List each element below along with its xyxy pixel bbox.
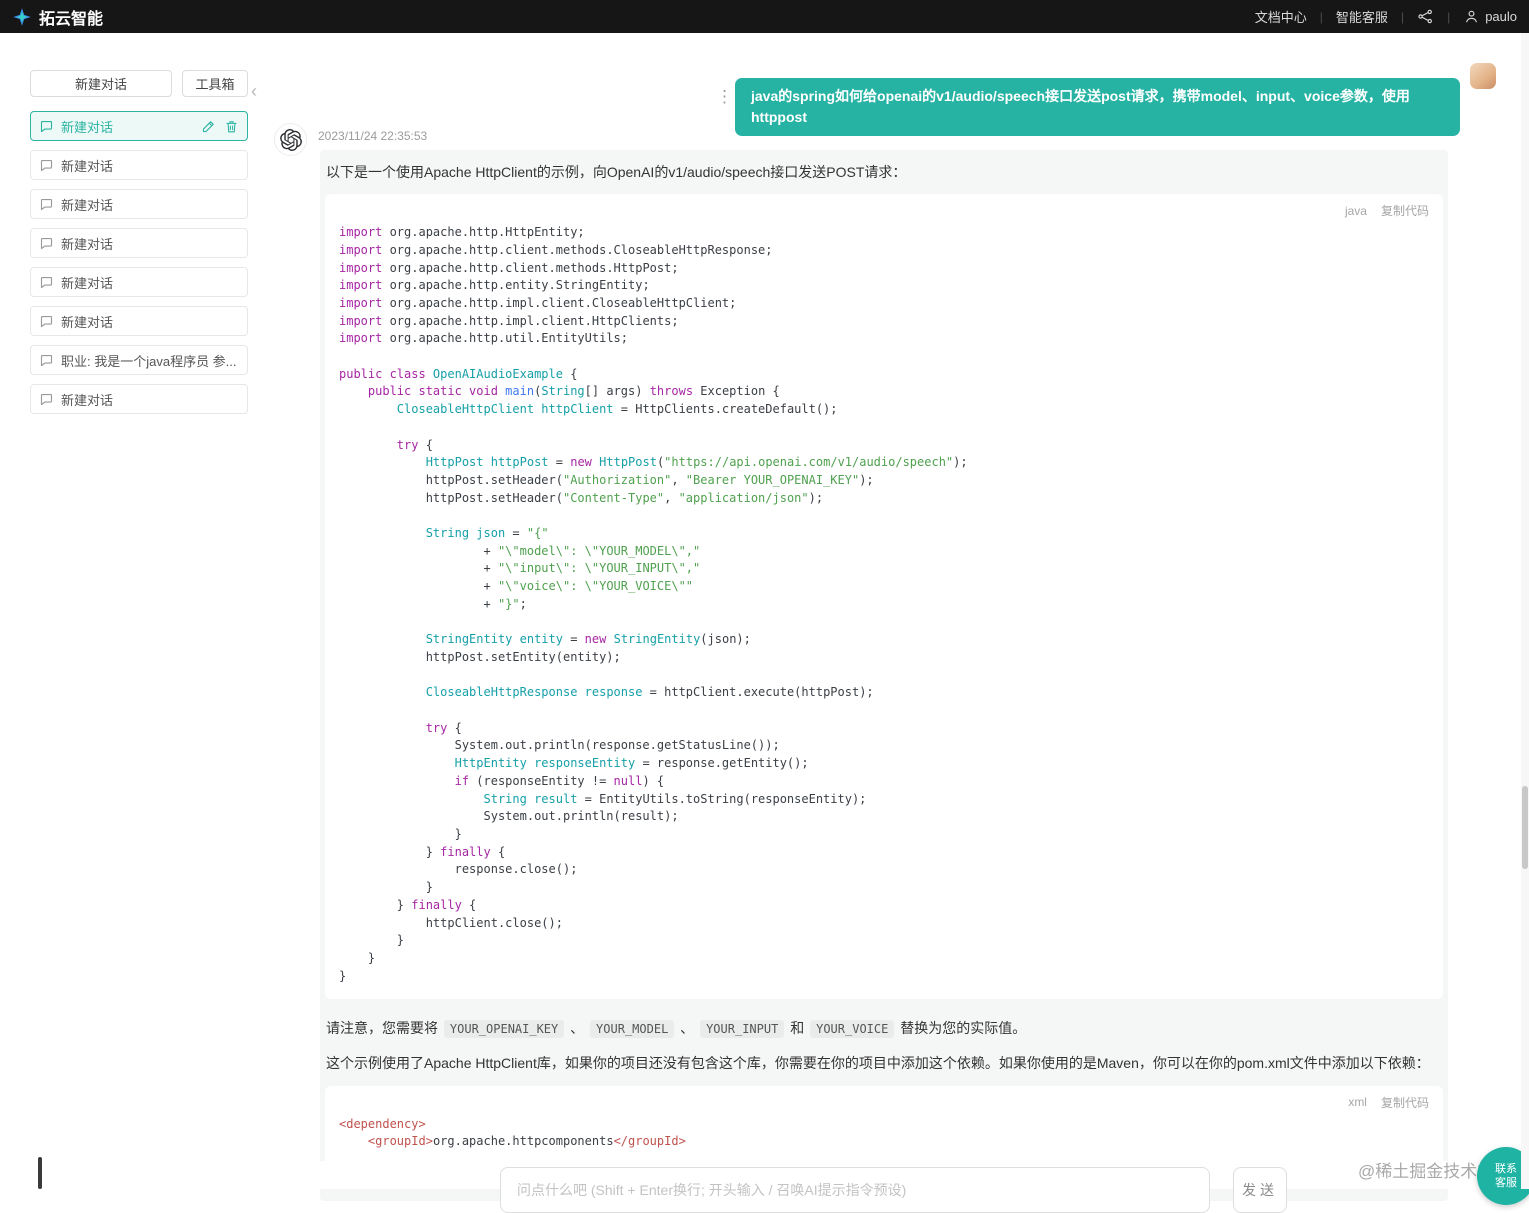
assistant-message: 以下是一个使用Apache HttpClient的示例，向OpenAI的v1/a… <box>320 150 1448 1201</box>
note-text: 和 <box>786 1020 808 1036</box>
note-paragraph: 请注意，您需要将 YOUR_OPENAI_KEY 、 YOUR_MODEL 、 … <box>326 1017 1442 1040</box>
logo-icon <box>12 7 32 27</box>
chat-bubble-icon <box>39 158 54 173</box>
conversation-label: 新建对话 <box>61 117 194 136</box>
chat-bubble-icon <box>39 353 54 368</box>
separator: | <box>1447 10 1450 24</box>
conversation-item[interactable]: 新建对话 <box>30 384 248 414</box>
user-message-bubble: java的spring如何给openai的v1/audio/speech接口发送… <box>735 78 1460 136</box>
note-text: 替换为您的实际值。 <box>896 1020 1026 1036</box>
chat-bubble-icon <box>39 314 54 329</box>
conversation-item[interactable]: 职业: 我是一个java程序员 参... <box>30 345 248 375</box>
conversation-item[interactable]: 新建对话 <box>30 189 248 219</box>
note-text: 请注意，您需要将 <box>326 1020 442 1036</box>
new-chat-button[interactable]: 新建对话 <box>30 70 172 97</box>
sidebar: 新建对话 工具箱 新建对话新建对话新建对话新建对话新建对话新建对话职业: 我是一… <box>0 33 262 1189</box>
scrollbar-track[interactable] <box>1521 33 1529 1189</box>
conversation-label: 职业: 我是一个java程序员 参... <box>61 351 239 370</box>
inline-code: YOUR_OPENAI_KEY <box>444 1020 564 1038</box>
message-options-icon[interactable]: ⋮ <box>716 88 733 107</box>
note-text: 、 <box>566 1020 588 1036</box>
chat-bubble-icon <box>39 119 54 134</box>
conversation-label: 新建对话 <box>61 195 239 214</box>
toolbox-button[interactable]: 工具箱 <box>182 70 248 97</box>
nodes-icon[interactable] <box>1417 8 1434 25</box>
topbar-nav: 文档中心 | 智能客服 | | paulo <box>1255 7 1517 26</box>
code-lang: xml <box>1348 1095 1367 1109</box>
code-content: import org.apache.http.HttpEntity;import… <box>339 224 1429 985</box>
conversation-list: 新建对话新建对话新建对话新建对话新建对话新建对话职业: 我是一个java程序员 … <box>30 111 248 414</box>
conversation-label: 新建对话 <box>61 273 239 292</box>
delete-icon[interactable] <box>224 119 239 134</box>
assistant-avatar <box>274 123 307 156</box>
username: paulo <box>1485 9 1517 24</box>
contact-label-line1: 联系 <box>1495 1162 1517 1176</box>
brand-name: 拓云智能 <box>39 5 103 29</box>
conversation-label: 新建对话 <box>61 390 239 409</box>
separator: | <box>1320 10 1323 24</box>
nav-smart-support[interactable]: 智能客服 <box>1336 7 1388 26</box>
chat-bubble-icon <box>39 275 54 290</box>
copy-code-button[interactable]: 复制代码 <box>1381 1094 1429 1111</box>
inline-code: YOUR_INPUT <box>700 1020 784 1038</box>
sidebar-collapse-icon[interactable]: ‹ <box>251 82 257 100</box>
dependency-paragraph: 这个示例使用了Apache HttpClient库，如果你的项目还没有包含这个库… <box>326 1052 1442 1075</box>
message-input[interactable] <box>500 1167 1210 1213</box>
user-avatar[interactable] <box>1470 63 1496 89</box>
sidebar-scrollbar-thumb[interactable] <box>38 1157 42 1189</box>
scrollbar-thumb[interactable] <box>1522 786 1528 869</box>
chat-bubble-icon <box>39 236 54 251</box>
conversation-label: 新建对话 <box>61 156 239 175</box>
inline-code: YOUR_VOICE <box>810 1020 894 1038</box>
send-button[interactable]: 发送 <box>1233 1167 1287 1213</box>
brand[interactable]: 拓云智能 <box>12 5 103 29</box>
code-block-java: java 复制代码 import org.apache.http.HttpEnt… <box>325 194 1443 999</box>
conversation-item[interactable]: 新建对话 <box>30 267 248 297</box>
note-text: 、 <box>676 1020 698 1036</box>
code-lang: java <box>1345 204 1367 218</box>
code-block-xml: xml 复制代码 <dependency> <groupId>org.apach… <box>325 1086 1443 1165</box>
topbar: 拓云智能 文档中心 | 智能客服 | | paulo <box>0 0 1529 33</box>
intro-paragraph: 以下是一个使用Apache HttpClient的示例，向OpenAI的v1/a… <box>326 161 1442 184</box>
chat-bubble-icon <box>39 392 54 407</box>
conversation-item[interactable]: 新建对话 <box>30 228 248 258</box>
message-timestamp: 2023/11/24 22:35:53 <box>318 129 427 143</box>
conversation-item[interactable]: 新建对话 <box>30 150 248 180</box>
copy-code-button[interactable]: 复制代码 <box>1381 202 1429 219</box>
contact-label-line2: 客服 <box>1495 1176 1517 1190</box>
code-content: <dependency> <groupId>org.apache.httpcom… <box>339 1116 1429 1151</box>
conversation-item[interactable]: 新建对话 <box>30 306 248 336</box>
conversation-label: 新建对话 <box>61 312 239 331</box>
openai-logo-icon <box>280 129 302 151</box>
nav-doc-center[interactable]: 文档中心 <box>1255 7 1307 26</box>
inline-code: YOUR_MODEL <box>590 1020 674 1038</box>
conversation-label: 新建对话 <box>61 234 239 253</box>
edit-icon[interactable] <box>201 119 216 134</box>
separator: | <box>1401 10 1404 24</box>
conversation-item[interactable]: 新建对话 <box>30 111 248 141</box>
user-menu[interactable]: paulo <box>1463 8 1517 25</box>
conversation-actions <box>201 119 239 134</box>
user-icon <box>1463 8 1480 25</box>
chat-bubble-icon <box>39 197 54 212</box>
